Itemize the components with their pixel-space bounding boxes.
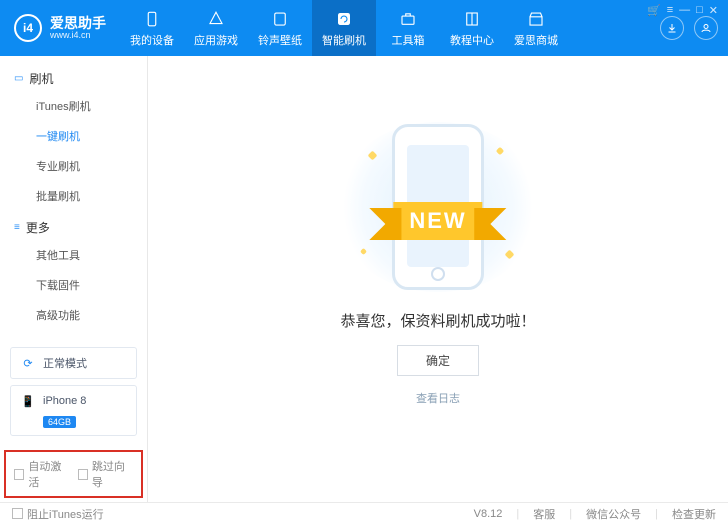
book-icon xyxy=(462,9,482,29)
nav-tutorials[interactable]: 教程中心 xyxy=(440,0,504,56)
app-body: ▭ 刷机 iTunes刷机 一键刷机 专业刷机 批量刷机 ≡ 更多 其他工具 下… xyxy=(0,56,728,502)
phone-icon xyxy=(142,9,162,29)
footer-right: V8.12 | 客服 | 微信公众号 | 检查更新 xyxy=(474,506,716,522)
brand-logo: i4 爱思助手 www.i4.cn xyxy=(14,14,106,42)
nav-store[interactable]: 爱思商城 xyxy=(504,0,568,56)
brand-url: www.i4.cn xyxy=(50,30,106,40)
view-log-link[interactable]: 查看日志 xyxy=(416,390,460,406)
device-indicator[interactable]: 📱 iPhone 8 64GB xyxy=(10,385,137,436)
minimize-icon[interactable]: — xyxy=(679,4,690,17)
nav-label: 铃声壁纸 xyxy=(258,32,302,48)
checkbox-label: 跳过向导 xyxy=(92,458,133,490)
nav-toolbox[interactable]: 工具箱 xyxy=(376,0,440,56)
collapse-icon: ≡ xyxy=(14,222,20,233)
sidebar-item-other-tools[interactable]: 其他工具 xyxy=(0,240,147,270)
sidebar-list: ▭ 刷机 iTunes刷机 一键刷机 专业刷机 批量刷机 ≡ 更多 其他工具 下… xyxy=(0,56,147,339)
sidebar-item-pro-flash[interactable]: 专业刷机 xyxy=(0,151,147,181)
logo-badge: i4 xyxy=(14,14,42,42)
sidebar-item-oneclick-flash[interactable]: 一键刷机 xyxy=(0,121,147,151)
app-header: 🛒 ≡ — □ ✕ i4 爱思助手 www.i4.cn 我的设备 应用游戏 铃声… xyxy=(0,0,728,56)
ok-button[interactable]: 确定 xyxy=(397,345,479,376)
sidebar-group-flash[interactable]: ▭ 刷机 xyxy=(0,62,147,91)
store-icon xyxy=(526,9,546,29)
sidebar-group-more[interactable]: ≡ 更多 xyxy=(0,211,147,240)
success-illustration: NEW xyxy=(333,122,543,292)
close-icon[interactable]: ✕ xyxy=(709,4,718,17)
block-itunes-checkbox[interactable]: 阻止iTunes运行 xyxy=(12,506,104,522)
brand-name: 爱思助手 xyxy=(50,16,106,30)
maximize-icon[interactable]: □ xyxy=(696,4,703,17)
sidebar-item-download-firmware[interactable]: 下载固件 xyxy=(0,270,147,300)
nav-label: 爱思商城 xyxy=(514,32,558,48)
sidebar-item-batch-flash[interactable]: 批量刷机 xyxy=(0,181,147,211)
nav-label: 应用游戏 xyxy=(194,32,238,48)
version-label: V8.12 xyxy=(474,508,503,520)
auto-activate-checkbox[interactable]: 自动激活 xyxy=(14,458,70,490)
apps-icon xyxy=(206,9,226,29)
main-panel: NEW 恭喜您，保资料刷机成功啦！ 确定 查看日志 xyxy=(148,56,728,502)
nav-label: 我的设备 xyxy=(130,32,174,48)
nav-label: 智能刷机 xyxy=(322,32,366,48)
sidebar: ▭ 刷机 iTunes刷机 一键刷机 专业刷机 批量刷机 ≡ 更多 其他工具 下… xyxy=(0,56,148,502)
checkbox-label: 自动激活 xyxy=(28,458,69,490)
nav-flash[interactable]: 智能刷机 xyxy=(312,0,376,56)
window-controls: 🛒 ≡ — □ ✕ xyxy=(647,4,718,17)
music-icon xyxy=(270,9,290,29)
refresh-icon xyxy=(334,9,354,29)
check-update-link[interactable]: 检查更新 xyxy=(672,506,716,522)
refresh-small-icon: ⟳ xyxy=(20,355,36,371)
sidebar-item-itunes-flash[interactable]: iTunes刷机 xyxy=(0,91,147,121)
download-button[interactable] xyxy=(660,16,684,40)
nav-my-device[interactable]: 我的设备 xyxy=(120,0,184,56)
ribbon-text: NEW xyxy=(393,202,482,240)
device-name: iPhone 8 xyxy=(43,395,86,407)
header-right xyxy=(660,16,718,40)
user-button[interactable] xyxy=(694,16,718,40)
status-bar: 阻止iTunes运行 V8.12 | 客服 | 微信公众号 | 检查更新 xyxy=(0,502,728,524)
new-ribbon: NEW xyxy=(393,202,482,240)
sidebar-item-advanced[interactable]: 高级功能 xyxy=(0,300,147,330)
checkbox-icon xyxy=(78,469,88,480)
storage-badge: 64GB xyxy=(43,416,76,428)
menu-icon[interactable]: ≡ xyxy=(667,4,673,17)
wechat-link[interactable]: 微信公众号 xyxy=(586,506,641,522)
group-title: 刷机 xyxy=(29,70,53,87)
success-message: 恭喜您，保资料刷机成功啦！ xyxy=(340,310,535,331)
toolbox-icon xyxy=(398,9,418,29)
mode-label: 正常模式 xyxy=(43,355,87,371)
mode-indicator[interactable]: ⟳ 正常模式 xyxy=(10,347,137,379)
options-row: 自动激活 跳过向导 xyxy=(4,450,143,498)
checkbox-icon xyxy=(12,508,23,519)
nav-label: 教程中心 xyxy=(450,32,494,48)
support-link[interactable]: 客服 xyxy=(533,506,555,522)
nav-label: 工具箱 xyxy=(392,32,425,48)
checkbox-icon xyxy=(14,469,24,480)
device-phone-icon: 📱 xyxy=(20,393,36,409)
nav-apps[interactable]: 应用游戏 xyxy=(184,0,248,56)
checkbox-label: 阻止iTunes运行 xyxy=(27,506,104,522)
nav-ringtones[interactable]: 铃声壁纸 xyxy=(248,0,312,56)
sidebar-bottom: ⟳ 正常模式 📱 iPhone 8 64GB xyxy=(0,339,147,450)
collapse-icon: ▭ xyxy=(14,73,23,84)
skip-guide-checkbox[interactable]: 跳过向导 xyxy=(78,458,134,490)
group-title: 更多 xyxy=(26,219,50,236)
top-nav: 我的设备 应用游戏 铃声壁纸 智能刷机 工具箱 教程中心 爱思商城 xyxy=(120,0,568,56)
cart-icon[interactable]: 🛒 xyxy=(647,4,661,17)
